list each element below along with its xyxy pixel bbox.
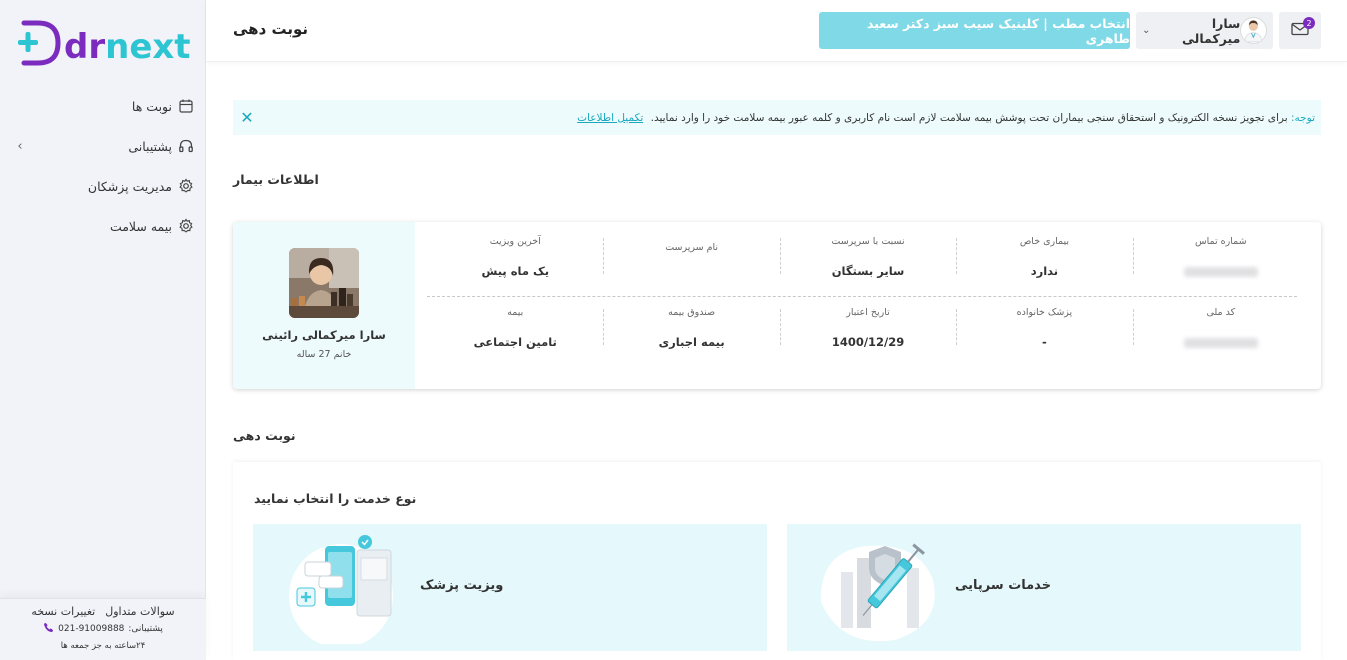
chevron-down-icon: ⌄ [1142,25,1151,36]
info-label: پزشک خانواده [1016,307,1073,318]
patient-photo [289,248,359,318]
info-value: بیمه اجباری [658,335,725,349]
phone-consult-icon [283,532,413,648]
info-label: نام سرپرست [665,242,719,253]
patient-gender-age: خانم 27 ساله [296,349,352,360]
info-label: نسبت با سرپرست [831,236,905,247]
sidebar-item-health-insurance[interactable]: بیمه سلامت [0,206,206,246]
gear-icon [178,218,194,234]
info-cell-insurance-fund: صندوق بیمه بیمه اجباری [603,307,779,367]
user-menu[interactable]: ⌄ سارا میرکمالی [1136,12,1273,49]
info-label: شماره تماس [1195,236,1247,247]
info-cell-national-id: کد ملی [1132,307,1309,367]
top-header: نوبت دهی انتخاب مطب | کلینیک سیب سبز دکت… [206,0,1347,62]
info-label: بیماری خاص [1019,236,1070,247]
sidebar-item-appointments[interactable]: نوبت ها [0,86,206,126]
support-phone-label: پشتیبانی: [128,624,163,634]
close-icon[interactable]: ✕ [239,108,255,127]
page-title: نوبت دهی [233,20,309,38]
sidebar-footer: سوالات متداول تغییرات نسخه پشتیبانی: 021… [0,598,206,660]
info-value: یک ماه پیش [481,264,550,278]
sidebar-item-doctor-management[interactable]: مدیریت پزشکان [0,166,206,206]
info-value: 1400/12/29 [831,335,905,349]
messages-button[interactable]: 2 [1279,12,1321,49]
drnext-logo[interactable]: drnext [16,14,192,68]
service-card-outpatient[interactable]: خدمات سرپایی [787,524,1301,651]
phone-icon [43,622,54,636]
info-row: شماره تماس بیماری خاص ندارد نسبت با سرپر… [427,236,1309,296]
info-cell-family-doctor: پزشک خانواده - [956,307,1132,367]
notice-lead: توجه: [1290,111,1315,124]
info-label: بیمه [507,307,524,318]
sidebar-item-label: پشتیبانی [128,138,172,154]
service-type-prompt: نوع خدمت را انتخاب نمایید [254,491,417,506]
sidebar-nav: نوبت ها ‹ پشتیبانی مدیریت پزشکان بیمه سل… [0,86,206,246]
info-label: کد ملی [1206,307,1236,318]
patient-info-card: سارا میرکمالی رائینی خانم 27 ساله شماره … [233,222,1321,389]
row-divider [427,296,1297,297]
complete-info-link[interactable]: تکمیل اطلاعات [577,112,643,124]
info-cell-guardian-name: نام سرپرست [603,236,779,296]
sidebar-item-label: بیمه سلامت [109,218,172,234]
info-value: - [1042,335,1047,349]
faq-link[interactable]: سوالات متداول [105,605,174,618]
calendar-icon [178,98,194,114]
info-cell-last-visit: آخرین ویزیت یک ماه پیش [427,236,603,296]
sidebar-item-label: نوبت ها [131,98,172,114]
headphones-icon [178,138,194,154]
info-cell-insurance: بیمه تامین اجتماعی [427,307,603,367]
version-changes-link[interactable]: تغییرات نسخه [31,605,95,618]
patient-section-title: اطلاعات بیمار [233,172,319,187]
logo-mark-icon: drnext [18,20,191,67]
sidebar: drnext نوبت ها ‹ پشتیبانی مدیریت پزشکان … [0,0,206,660]
patient-name: سارا میرکمالی رائینی [262,328,386,342]
booking-section-title: نوبت دهی [233,428,296,443]
support-hours: ۲۴ساعته به جز جمعه ها [60,641,146,651]
info-value [603,270,779,286]
info-cell-validity-date: تاریخ اعتبار 1400/12/29 [779,307,956,367]
sidebar-item-support[interactable]: ‹ پشتیبانی [0,126,206,166]
info-row: کد ملی پزشک خانواده - تاریخ اعتبار 1400/… [427,307,1309,367]
info-value: ندارد [1030,264,1059,278]
info-cell-guardian-relation: نسبت با سرپرست سایر بستگان [779,236,956,296]
chevron-left-icon: ‹ [17,138,23,154]
user-name: سارا میرکمالی [1182,15,1241,46]
insurance-notice-banner: ✕ توجه: برای تجویز نسخه الکترونیک و استح… [233,100,1321,135]
gear-icon [178,178,194,194]
svg-text:drnext: drnext [64,27,191,67]
notification-badge: 2 [1303,17,1315,29]
info-cell-phone: شماره تماس [1132,236,1309,296]
redacted-phone-value [1183,267,1258,277]
service-label: ویزیت پزشک [420,578,504,593]
support-phone-number[interactable]: 021-91009888 [58,624,124,634]
info-label: آخرین ویزیت [489,236,541,247]
info-cell-special-disease: بیماری خاص ندارد [956,236,1132,296]
syringe-icon [811,532,941,644]
sidebar-item-label: مدیریت پزشکان [87,178,172,194]
info-label: تاریخ اعتبار [846,307,890,318]
select-clinic-button[interactable]: انتخاب مطب | کلینیک سیب سبز دکتر سعید طا… [819,12,1130,49]
notice-text: برای تجویز نسخه الکترونیک و استحقاق سنجی… [650,111,1288,124]
patient-profile: سارا میرکمالی رائینی خانم 27 ساله [233,222,415,389]
service-card-doctor-visit[interactable]: ویزیت پزشک [253,524,767,651]
redacted-national-id-value [1183,338,1258,348]
info-label: صندوق بیمه [668,307,716,318]
info-value: سایر بستگان [831,264,905,278]
service-label: خدمات سرپایی [955,578,1052,593]
avatar [1240,17,1267,44]
booking-panel: نوع خدمت را انتخاب نمایید ویزیت پزشک خدم… [233,462,1321,660]
info-value: تامین اجتماعی [473,335,557,349]
patient-info-grid: شماره تماس بیماری خاص ندارد نسبت با سرپر… [427,236,1309,367]
